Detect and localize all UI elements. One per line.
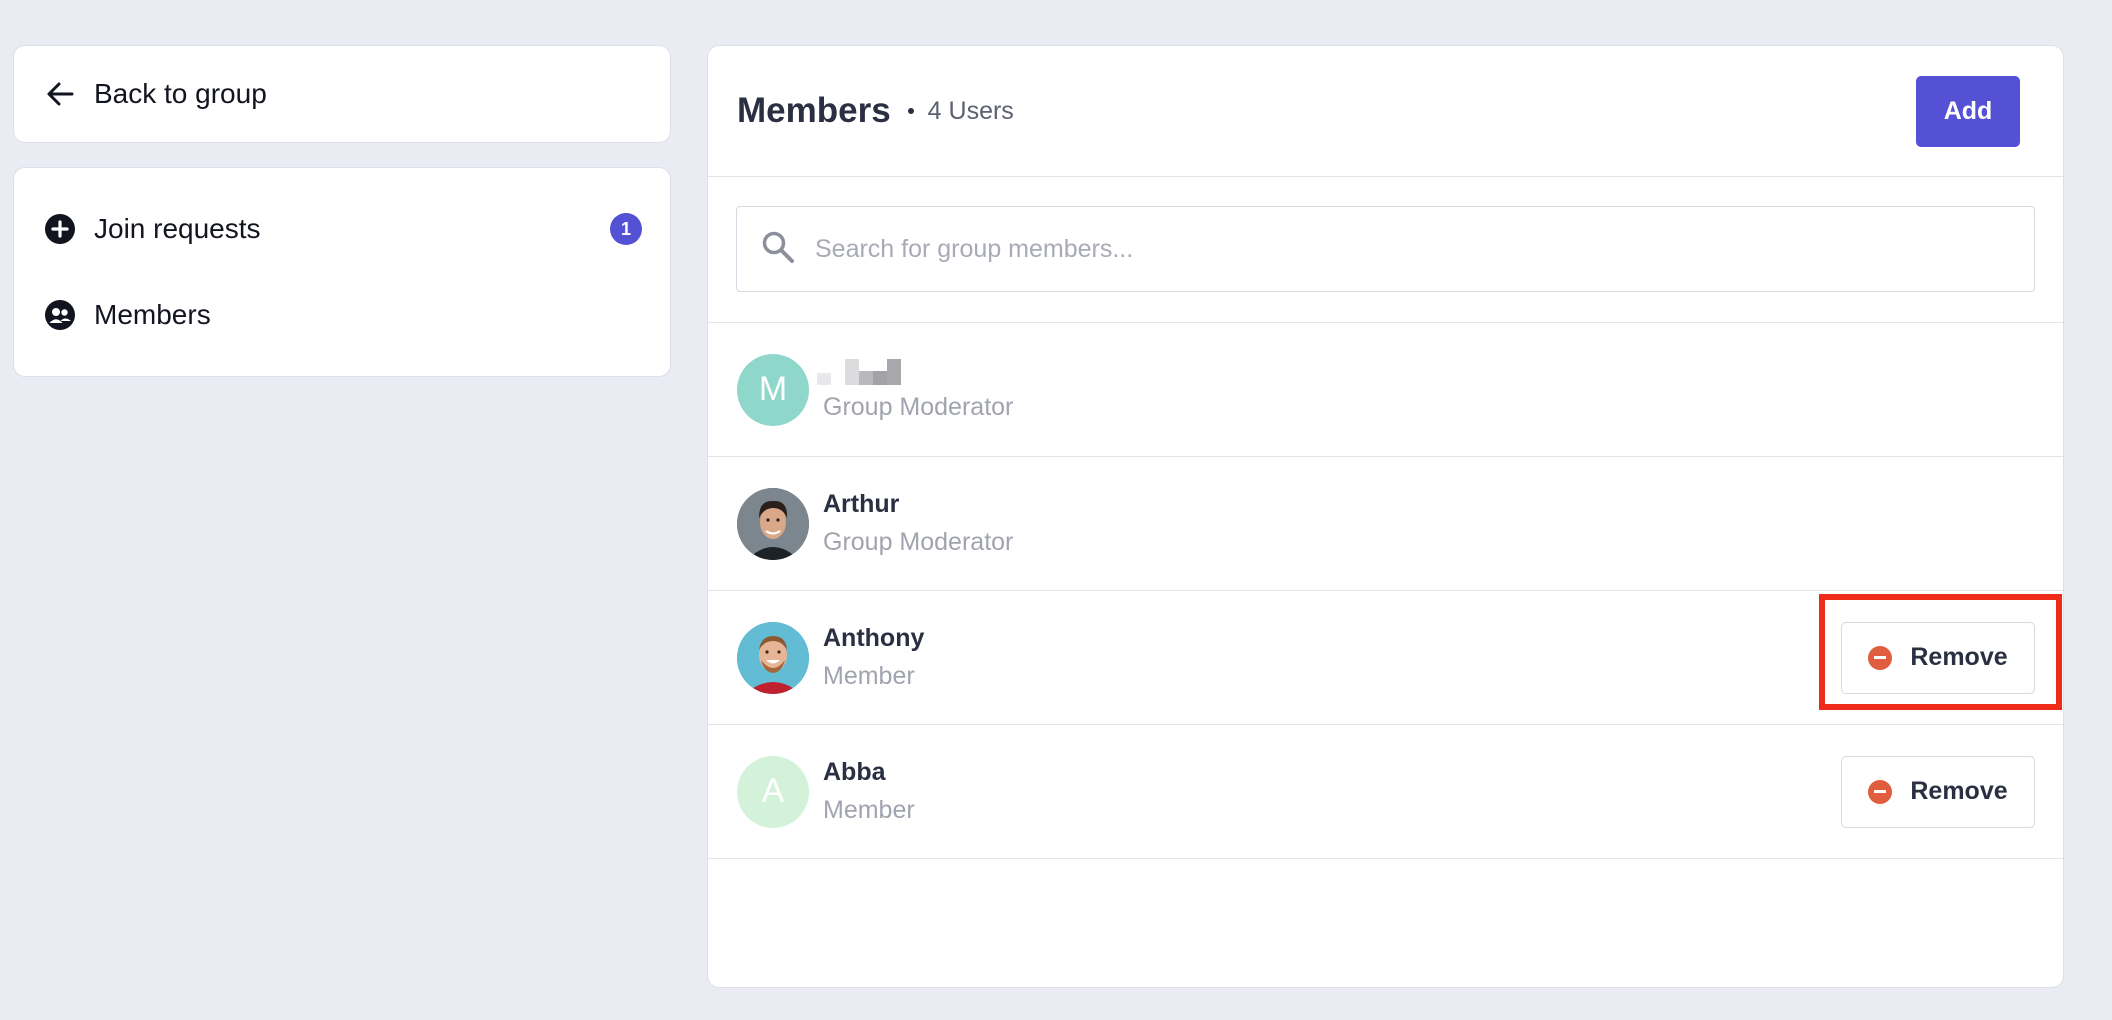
member-info: Abba Member — [823, 758, 1841, 825]
avatar[interactable] — [737, 621, 809, 694]
search-box[interactable] — [736, 206, 2035, 292]
minus-circle-icon — [1868, 779, 1893, 804]
member-role: Group Moderator — [823, 393, 1014, 421]
members-icon — [44, 299, 76, 331]
avatar[interactable] — [737, 487, 809, 560]
user-count: 4 Users — [927, 96, 1014, 125]
add-member-button[interactable]: Add — [1916, 75, 2020, 147]
member-name[interactable]: Arthur — [823, 490, 2035, 520]
arrow-left-icon — [44, 78, 76, 110]
sidebar-item-join-requests[interactable]: Join requests 1 — [14, 186, 670, 272]
back-to-group-link[interactable]: Back to group — [13, 45, 671, 143]
list-item: Arthur Group Moderator — [708, 457, 2063, 591]
sidebar: Back to group Join requests 1 Members — [13, 45, 671, 377]
member-info: Arthur Group Moderator — [823, 490, 2035, 557]
remove-member-button[interactable]: Remove — [1841, 755, 2035, 828]
member-role: Member — [823, 662, 915, 690]
separator-dot — [907, 108, 914, 114]
search-input[interactable] — [815, 219, 2034, 279]
avatar[interactable]: M — [737, 353, 809, 426]
remove-label: Remove — [1910, 777, 2008, 805]
plus-circle-icon — [44, 213, 76, 245]
group-nav: Join requests 1 Members — [13, 167, 671, 377]
page-title: Members — [737, 91, 891, 130]
list-item: Anthony Member Remove — [708, 591, 2063, 725]
redacted-name — [817, 357, 2035, 385]
member-role: Group Moderator — [823, 528, 1014, 556]
avatar[interactable]: A — [737, 755, 809, 828]
sidebar-item-members[interactable]: Members — [14, 272, 670, 358]
members-list: M Group Moderator Arthur Group Moderator… — [708, 323, 2063, 859]
search-section — [708, 177, 2063, 323]
member-name[interactable]: Abba — [823, 758, 1841, 788]
sidebar-item-label: Join requests — [94, 213, 261, 244]
members-panel: Members 4 Users Add M — [707, 45, 2064, 988]
minus-circle-icon — [1868, 645, 1893, 670]
search-icon — [761, 230, 795, 269]
member-info: Anthony Member — [823, 624, 1841, 691]
avatar-initial: A — [761, 772, 785, 810]
member-info: Group Moderator — [817, 357, 2035, 422]
member-role: Member — [823, 796, 915, 824]
remove-label: Remove — [1910, 643, 2008, 671]
list-item: A Abba Member Remove — [708, 725, 2063, 859]
avatar-initial: M — [758, 370, 788, 408]
join-requests-count-badge: 1 — [610, 213, 642, 245]
list-item: M Group Moderator — [708, 323, 2063, 457]
member-name[interactable]: Anthony — [823, 624, 1841, 654]
members-header: Members 4 Users Add — [708, 46, 2063, 177]
remove-member-button[interactable]: Remove — [1841, 621, 2035, 694]
back-to-group-label: Back to group — [94, 78, 267, 109]
sidebar-item-label: Members — [94, 299, 211, 330]
